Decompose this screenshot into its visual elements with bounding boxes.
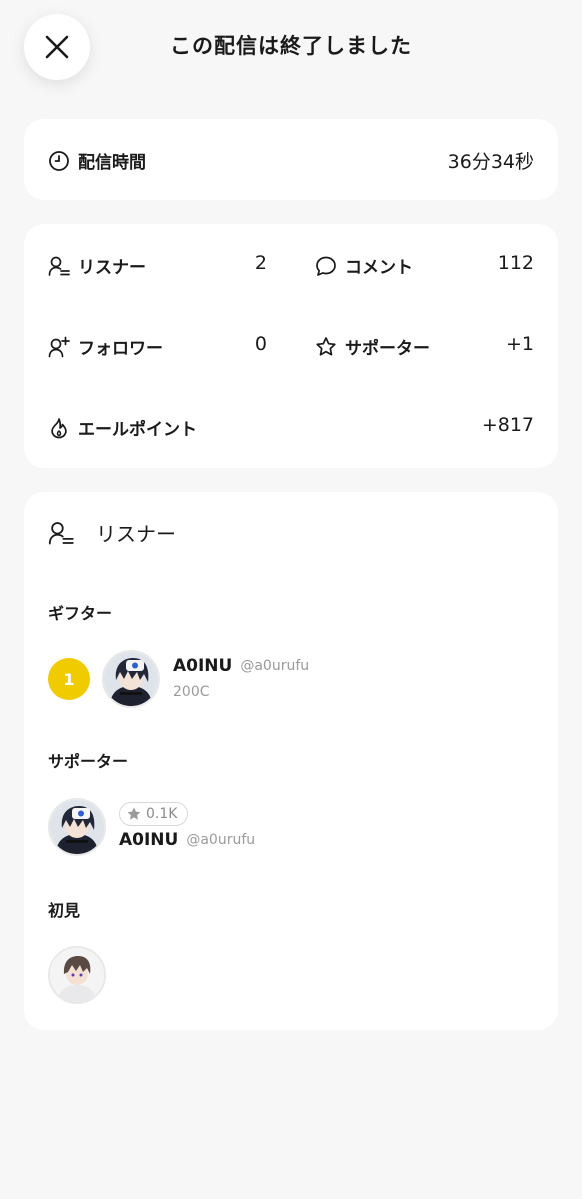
supporters-title: サポーター [48,752,129,771]
stat-yell-points: エールポイント [48,415,197,440]
gifter-name: A0INU [173,656,233,676]
stat-supporters-value: +1 [505,333,534,355]
follower-icon [48,336,70,357]
supporter-handle: @a0urufu [186,832,256,848]
duration-value: 36分34秒 [447,151,534,173]
gifter-handle: @a0urufu [240,658,310,674]
duration-label: 配信時間 [78,153,146,173]
rank-badge: 1 [48,658,90,700]
stat-comments-value: 112 [497,252,534,274]
clock-icon [49,150,69,171]
star-icon [127,807,141,820]
avatar-image [50,800,104,854]
flame-icon [51,417,67,438]
listener-icon [48,521,74,545]
page-title: この配信は終了しました [170,34,412,58]
stat-yell-points-value: +817 [481,414,534,436]
first-timers-title: 初見 [48,901,81,920]
supporter-row[interactable]: A0INU @a0urufu [119,830,255,850]
listener-panel-header: リスナー [48,518,176,547]
stats-card: リスナー 2 コメント 112 フォロワー 0 サポーター +1 エールポイント… [24,224,558,468]
comment-icon [316,256,336,276]
gifter-row[interactable]: A0INU @a0urufu [173,656,309,676]
gifters-title: ギフター [48,604,113,623]
listener-icon [48,256,70,276]
support-badge-value: 0.1K [146,806,178,822]
stream-ended-page: この配信は終了しました 配信時間 36分34秒 リスナー 2 コメント 112 … [0,0,582,1199]
listener-panel-title: リスナー [96,522,176,546]
duration-card: 配信時間 36分34秒 [24,119,558,200]
star-icon [316,336,336,356]
avatar-image [104,652,158,706]
avatar-image [50,948,104,1002]
avatar[interactable] [48,946,106,1004]
stat-followers: フォロワー [48,334,163,359]
stat-supporters: サポーター [315,334,430,359]
supporter-name: A0INU [119,830,179,850]
stat-listeners: リスナー [48,253,146,278]
stat-comments: コメント [315,253,413,278]
avatar[interactable] [48,798,106,856]
stat-listeners-value: 2 [254,252,267,274]
gifter-coins: 200C [173,684,210,700]
avatar[interactable] [102,650,160,708]
listener-panel: リスナー ギフター 1 A0INU @a0urufu 200C サポーター 0.… [24,492,558,1030]
support-badge: 0.1K [119,802,189,826]
stat-followers-value: 0 [254,333,267,355]
